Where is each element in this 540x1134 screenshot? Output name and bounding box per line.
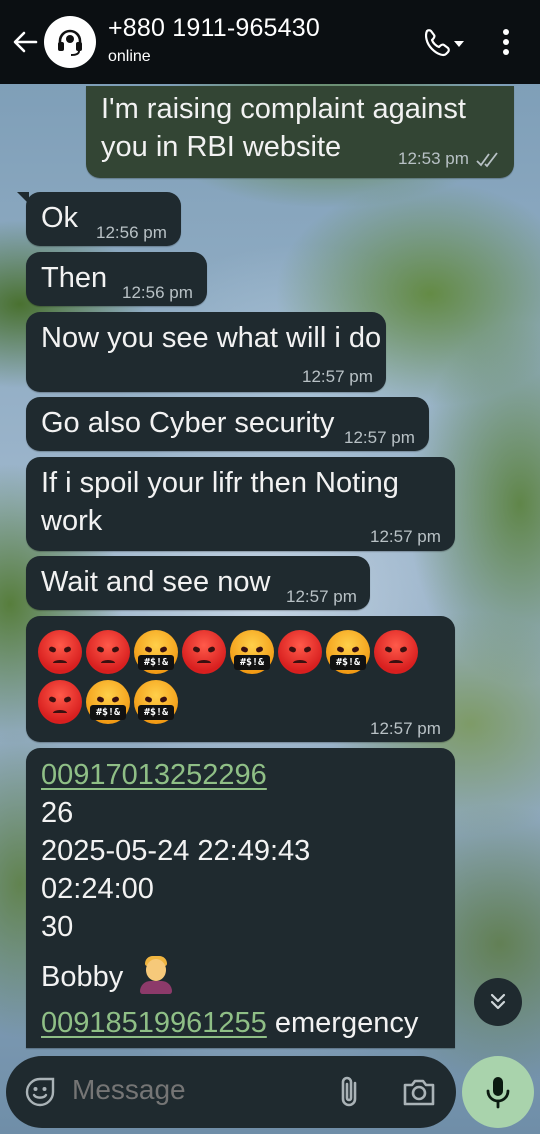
angry-face-emoji-icon	[374, 630, 418, 674]
emoji-symbol-text: #$!&	[90, 705, 126, 720]
message-line: Go also Cyber security	[41, 407, 335, 439]
headset-icon	[58, 29, 82, 56]
message-time: 12:56 pm	[96, 223, 167, 242]
message-line: Wait and see now	[41, 566, 271, 598]
back-arrow-icon[interactable]	[8, 22, 42, 62]
face-with-symbols-emoji-icon: #$!&	[134, 680, 178, 724]
message-line: you in RBI website	[101, 131, 342, 163]
double-chevron-down-icon	[490, 993, 506, 1010]
contact-name[interactable]: +880 1911-965430	[108, 14, 320, 43]
message-time: 12:57 pm	[302, 367, 373, 386]
detail-line: 26	[41, 797, 74, 829]
message-bubble-details[interactable]: 00917013252296 26 2025-05-24 22:49:43 02…	[26, 748, 455, 1048]
person-emoji-icon	[137, 956, 175, 994]
angry-face-emoji-icon	[38, 680, 82, 724]
message-line: Then	[41, 262, 108, 294]
face-with-symbols-emoji-icon: #$!&	[86, 680, 130, 724]
scroll-to-bottom-button[interactable]	[474, 978, 522, 1026]
face-with-symbols-emoji-icon: #$!&	[134, 630, 178, 674]
message-line: I'm raising complaint against	[101, 93, 466, 125]
emoji-row: #$!& #$!& #$!&	[38, 630, 418, 674]
bubble-tail	[17, 192, 29, 204]
call-button[interactable]	[420, 26, 468, 58]
detail-name-line: Bobby	[41, 956, 175, 996]
microphone-button[interactable]	[462, 1056, 534, 1128]
message-bubble-outgoing[interactable]: I'm raising complaint against you in RBI…	[86, 86, 514, 178]
emoji-smiley-icon[interactable]	[24, 1076, 56, 1108]
phone-number-link[interactable]: 00918519961255	[41, 1007, 267, 1039]
double-check-read-icon	[476, 152, 498, 168]
message-line: Now you see what will i do	[41, 322, 382, 354]
angry-face-emoji-icon	[182, 630, 226, 674]
emoji-symbol-text: #$!&	[138, 705, 174, 720]
emoji-symbol-text: #$!&	[138, 655, 174, 670]
message-time: 12:57 pm	[344, 428, 415, 447]
emoji-symbol-text: #$!&	[330, 655, 366, 670]
detail-line: 02:24:00	[41, 873, 154, 905]
microphone-icon	[486, 1077, 510, 1109]
contact-status: online	[108, 48, 151, 65]
message-bubble-incoming[interactable]: If i spoil your lifr then Noting work 12…	[26, 457, 455, 551]
paperclip-icon[interactable]	[336, 1074, 362, 1110]
message-bubble-incoming[interactable]: Now you see what will i do 12:57 pm	[26, 312, 386, 392]
message-time: 12:56 pm	[122, 283, 193, 302]
angry-face-emoji-icon	[38, 630, 82, 674]
emoji-symbol-text: #$!&	[234, 655, 270, 670]
chat-header: +880 1911-965430 online	[0, 0, 540, 84]
more-options-icon[interactable]	[494, 24, 518, 60]
contact-name-text: Bobby	[41, 961, 124, 993]
detail-line: 30	[41, 911, 74, 943]
message-line: Ok	[41, 202, 79, 234]
camera-icon[interactable]	[401, 1076, 437, 1108]
phone-note: emergency	[266, 1007, 419, 1039]
angry-face-emoji-icon	[86, 630, 130, 674]
message-time: 12:57 pm	[370, 527, 441, 546]
phone-link-1[interactable]: 00917013252296	[41, 756, 267, 794]
chevron-down-icon	[454, 41, 464, 47]
message-bubble-incoming[interactable]: Then 12:56 pm	[26, 252, 207, 306]
face-with-symbols-emoji-icon: #$!&	[230, 630, 274, 674]
message-line: If i spoil your lifr then Noting	[41, 467, 399, 499]
message-bubble-incoming[interactable]: Go also Cyber security 12:57 pm	[26, 397, 429, 451]
message-line: work	[41, 505, 103, 537]
message-composer	[6, 1056, 456, 1128]
message-bubble-incoming[interactable]: Wait and see now 12:57 pm	[26, 556, 370, 610]
face-with-symbols-emoji-icon: #$!&	[326, 630, 370, 674]
message-time: 12:57 pm	[286, 587, 357, 606]
message-time: 12:53 pm	[398, 149, 469, 168]
emoji-row: #$!& #$!&	[38, 680, 178, 724]
message-bubble-emoji[interactable]: #$!& #$!& #$!& #$!& #$!& 12:57 pm	[26, 616, 455, 742]
avatar[interactable]	[44, 16, 96, 68]
phone-number-link[interactable]: 00917013252296	[41, 759, 267, 791]
detail-line: 2025-05-24 22:49:43	[41, 835, 311, 867]
message-bubble-incoming[interactable]: Ok 12:56 pm	[17, 192, 181, 246]
phone-line-2: 00918519961255 emergency	[41, 1004, 418, 1042]
message-time: 12:57 pm	[370, 719, 441, 738]
phone-icon	[424, 29, 450, 57]
message-input[interactable]	[72, 1074, 322, 1106]
angry-face-emoji-icon	[278, 630, 322, 674]
